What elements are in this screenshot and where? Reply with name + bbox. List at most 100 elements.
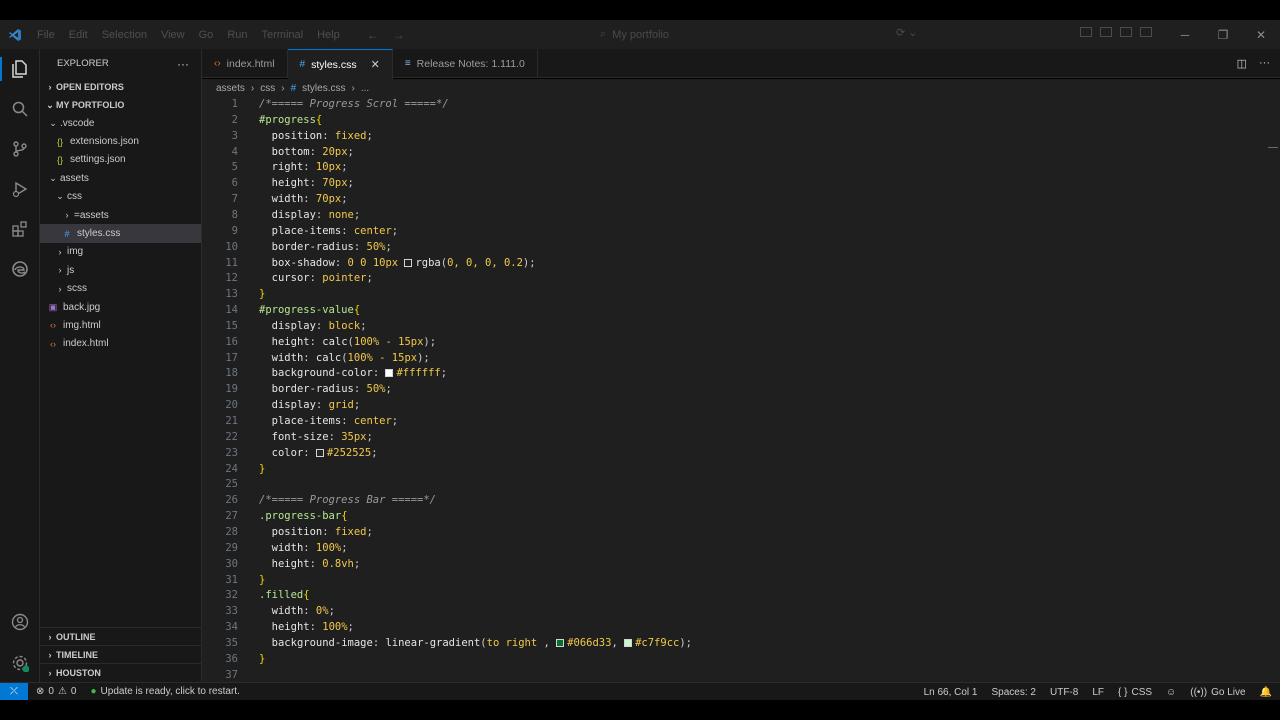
tree-item[interactable]: › =assets <box>40 206 201 224</box>
outline-section[interactable]: › OUTLINE <box>40 627 201 646</box>
html-file-icon: ‹› <box>50 320 56 331</box>
code-token: #progress-value <box>259 304 354 317</box>
color-swatch[interactable] <box>404 258 413 267</box>
tree-item[interactable]: ⌄ .vscode <box>40 114 201 132</box>
code-content: width: 0%; <box>259 604 335 620</box>
go-live-button[interactable]: ((•)) Go Live <box>1190 687 1245 698</box>
json-file-icon: {} <box>56 136 63 147</box>
search-icon[interactable] <box>8 97 32 121</box>
code-line: 4 bottom: 20px; <box>202 145 1262 161</box>
edge-browser-icon[interactable] <box>8 257 32 281</box>
tree-item[interactable]: ▣ back.jpg <box>40 298 201 316</box>
restore-icon[interactable]: ❐ <box>1204 20 1242 49</box>
menu-terminal[interactable]: Terminal <box>255 29 311 41</box>
command-center-search[interactable]: ⌕ My portfolio <box>600 26 680 43</box>
breadcrumb-css[interactable]: css <box>260 83 275 94</box>
explorer-icon[interactable] <box>8 57 32 81</box>
tab-styles-css[interactable]: # styles.css ✕ <box>287 49 393 79</box>
code-editor[interactable]: 1 /*===== Progress Scrol =====*/ 2 #progres… <box>202 97 1280 682</box>
run-debug-icon[interactable] <box>8 177 32 201</box>
breadcrumb-assets[interactable]: assets <box>216 83 245 94</box>
close-icon[interactable]: ✕ <box>1242 20 1280 49</box>
json-file-icon: {} <box>56 154 63 165</box>
code-line: 12 cursor: pointer; <box>202 271 1262 287</box>
code-token: block <box>328 319 361 332</box>
tab-release-notes[interactable]: ≡ Release Notes: 1.111.0 <box>393 49 538 78</box>
tree-item[interactable]: ⌄ css <box>40 188 201 206</box>
open-editors-section[interactable]: › OPEN EDITORS <box>40 78 201 96</box>
color-swatch[interactable] <box>624 638 633 647</box>
code-token: display <box>271 319 316 332</box>
close-tab-icon[interactable]: ✕ <box>371 58 380 71</box>
code-line: 16 height: calc(100% - 15px); <box>202 335 1262 351</box>
tab-index-html[interactable]: ‹› index.html <box>202 49 288 78</box>
encoding[interactable]: UTF-8 <box>1050 687 1078 698</box>
copilot-icon[interactable]: ⟳ ⌄ <box>896 26 918 39</box>
menu-edit[interactable]: Edit <box>62 29 95 41</box>
copilot-status-icon[interactable]: ☺ <box>1166 687 1176 698</box>
source-control-icon[interactable] <box>8 137 32 161</box>
tree-item[interactable]: › js <box>40 261 201 279</box>
minimize-icon[interactable]: ─ <box>1166 20 1204 49</box>
problems-indicator[interactable]: ⊗ 0 ⚠ 0 <box>36 686 76 697</box>
extensions-icon[interactable] <box>8 217 32 241</box>
code-token: linear-gradient <box>385 636 481 649</box>
code-token: .progress-bar <box>259 510 342 523</box>
more-actions-icon[interactable]: ··· <box>177 57 189 71</box>
menu-go[interactable]: Go <box>192 29 221 41</box>
code-token: ; <box>353 208 361 221</box>
toggle-secondary-sidebar-icon[interactable] <box>1140 27 1152 37</box>
tree-item[interactable]: {} settings.json <box>40 151 201 169</box>
tree-item[interactable]: ‹› index.html <box>40 335 201 353</box>
tree-item-label: .vscode <box>60 117 95 129</box>
menu-selection[interactable]: Selection <box>95 29 154 41</box>
cursor-position[interactable]: Ln 66, Col 1 <box>924 687 978 698</box>
code-content: height: 100%; <box>259 620 354 636</box>
timeline-section[interactable]: › TIMELINE <box>40 645 201 664</box>
breadcrumb-symbols[interactable]: ... <box>361 83 369 94</box>
notifications-bell-icon[interactable]: 🔔 <box>1260 687 1272 698</box>
tree-item[interactable]: › scss <box>40 280 201 298</box>
line-number: 31 <box>225 573 238 586</box>
code-token: place-items <box>271 224 342 237</box>
split-editor-icon[interactable]: ◫ <box>1237 57 1247 70</box>
tree-item[interactable]: ⌄ assets <box>40 169 201 187</box>
code-content: /*===== Progress Bar =====*/ <box>259 493 436 509</box>
broadcast-icon: ((•)) <box>1190 686 1208 698</box>
customize-layout-icon[interactable] <box>1080 27 1092 37</box>
settings-gear-icon[interactable] <box>8 651 32 675</box>
remote-indicator-icon[interactable]: ⤫ <box>0 682 28 701</box>
back-arrow-icon[interactable]: ← <box>367 28 379 42</box>
houston-section[interactable]: › HOUSTON <box>40 663 201 682</box>
folder-section[interactable]: ⌄ MY PORTFOLIO <box>40 96 201 114</box>
language-mode[interactable]: { } CSS <box>1118 687 1152 698</box>
account-icon[interactable] <box>8 610 32 634</box>
code-token: : <box>341 224 354 237</box>
menu-file[interactable]: File <box>30 29 62 41</box>
code-content: border-radius: 50%; <box>259 382 392 398</box>
update-notice[interactable]: ● Update is ready, click to restart. <box>90 686 239 697</box>
color-swatch[interactable] <box>315 448 324 457</box>
end-of-line[interactable]: LF <box>1092 687 1104 698</box>
chevron-right-icon: › <box>250 82 255 94</box>
color-swatch[interactable] <box>556 638 565 647</box>
chevron-down-icon: ⌄ <box>49 117 57 128</box>
breadcrumb-file[interactable]: styles.css <box>302 83 345 94</box>
tree-item[interactable]: › img <box>40 243 201 261</box>
toggle-sidebar-icon[interactable] <box>1100 27 1112 37</box>
menu-help[interactable]: Help <box>310 29 347 41</box>
menu-view[interactable]: View <box>154 29 192 41</box>
toggle-panel-icon[interactable] <box>1120 27 1132 37</box>
menu-run[interactable]: Run <box>220 29 254 41</box>
indentation[interactable]: Spaces: 2 <box>992 687 1036 698</box>
tree-item[interactable]: ‹› img.html <box>40 316 201 334</box>
code-token: : <box>303 351 316 364</box>
more-actions-icon[interactable]: ··· <box>1259 57 1270 70</box>
tree-item[interactable]: {} extensions.json <box>40 132 201 150</box>
forward-arrow-icon[interactable]: → <box>393 28 405 42</box>
code-content: /*===== Progress Scrol =====*/ <box>259 97 449 113</box>
tree-item[interactable]: # styles.css <box>40 224 201 243</box>
color-swatch[interactable] <box>385 369 394 378</box>
